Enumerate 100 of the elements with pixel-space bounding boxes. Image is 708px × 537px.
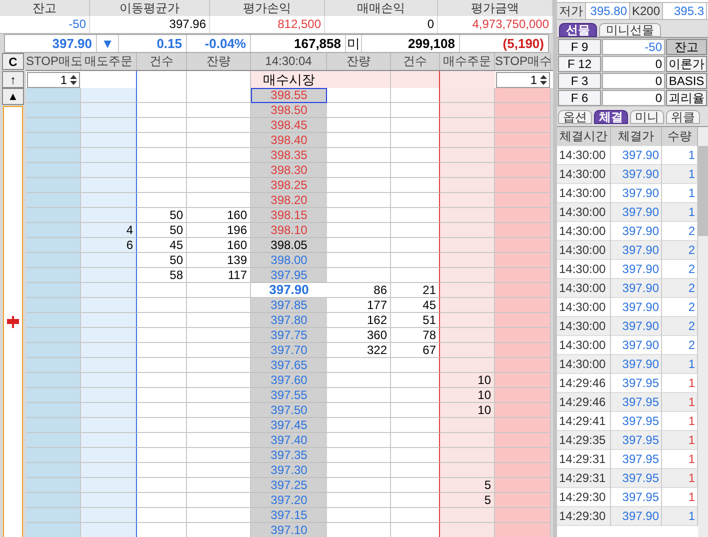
trade-tab[interactable]: 체결 — [594, 110, 628, 124]
buy-order-cell[interactable]: 10 — [440, 388, 495, 403]
sell-order-cell[interactable] — [81, 253, 137, 268]
stop-buy-cell[interactable] — [495, 493, 551, 508]
buy-order-cell[interactable] — [440, 523, 495, 537]
sell-order-cell[interactable] — [81, 403, 137, 418]
stop-buy-cell[interactable] — [495, 103, 551, 118]
buy-order-cell[interactable] — [440, 133, 495, 148]
stop-buy-cell[interactable] — [495, 343, 551, 358]
buy-order-cell[interactable] — [440, 463, 495, 478]
stop-sell-cell[interactable] — [26, 343, 81, 358]
buy-order-cell[interactable] — [440, 268, 495, 283]
buy-order-cell[interactable] — [440, 103, 495, 118]
buy-order-cell[interactable] — [440, 118, 495, 133]
up-button[interactable]: ↑ — [2, 71, 24, 88]
scrollbar-thumb[interactable] — [698, 146, 708, 236]
buy-order-cell[interactable] — [440, 238, 495, 253]
sell-order-cell[interactable] — [81, 268, 137, 283]
stop-buy-cell[interactable] — [495, 478, 551, 493]
stop-buy-cell[interactable] — [495, 88, 551, 103]
stop-buy-cell[interactable] — [495, 283, 551, 298]
stop-sell-cell[interactable] — [26, 418, 81, 433]
stop-sell-cell[interactable] — [26, 253, 81, 268]
stop-sell-cell[interactable] — [26, 298, 81, 313]
quantity-spinner[interactable]: 1 — [27, 72, 80, 88]
buy-order-cell[interactable] — [440, 163, 495, 178]
sell-order-cell[interactable] — [81, 373, 137, 388]
contract-button[interactable]: F 12 — [558, 56, 601, 72]
stop-sell-cell[interactable] — [26, 388, 81, 403]
buy-order-cell[interactable] — [440, 223, 495, 238]
stop-buy-cell[interactable] — [495, 523, 551, 537]
sell-order-cell[interactable] — [81, 418, 137, 433]
stop-sell-cell[interactable] — [26, 163, 81, 178]
info-button[interactable]: 잔고 — [666, 39, 707, 55]
stop-sell-cell[interactable] — [26, 133, 81, 148]
stop-sell-cell[interactable] — [26, 238, 81, 253]
stop-sell-cell[interactable] — [26, 208, 81, 223]
stop-sell-cell[interactable] — [26, 178, 81, 193]
sell-order-cell[interactable] — [81, 433, 137, 448]
buy-order-cell[interactable] — [440, 328, 495, 343]
stop-sell-cell[interactable] — [26, 328, 81, 343]
buy-order-cell[interactable] — [440, 313, 495, 328]
stop-sell-cell[interactable] — [26, 358, 81, 373]
stop-buy-cell[interactable] — [495, 328, 551, 343]
sell-order-cell[interactable] — [81, 193, 137, 208]
sell-order-cell[interactable] — [81, 298, 137, 313]
sell-order-cell[interactable] — [81, 163, 137, 178]
sell-order-cell[interactable] — [81, 103, 137, 118]
stop-sell-cell[interactable] — [26, 478, 81, 493]
trade-tab[interactable]: 미니 — [630, 110, 664, 124]
sell-order-cell[interactable] — [81, 313, 137, 328]
stop-buy-cell[interactable] — [495, 238, 551, 253]
stop-sell-cell[interactable] — [26, 448, 81, 463]
stop-sell-cell[interactable] — [26, 118, 81, 133]
stop-buy-cell[interactable] — [495, 118, 551, 133]
quantity-spinner[interactable]: 1 — [496, 72, 550, 88]
sell-order-cell[interactable] — [81, 343, 137, 358]
sell-order-cell[interactable] — [81, 178, 137, 193]
stop-sell-cell[interactable] — [26, 493, 81, 508]
stop-buy-cell[interactable] — [495, 298, 551, 313]
buy-order-cell[interactable] — [440, 148, 495, 163]
stop-buy-cell[interactable] — [495, 268, 551, 283]
stop-buy-cell[interactable] — [495, 418, 551, 433]
contract-button[interactable]: F 9 — [558, 39, 601, 55]
buy-order-cell[interactable] — [440, 433, 495, 448]
stop-buy-cell[interactable] — [495, 163, 551, 178]
buy-order-cell[interactable] — [440, 508, 495, 523]
stop-buy-cell[interactable] — [495, 133, 551, 148]
buy-order-cell[interactable] — [440, 193, 495, 208]
buy-order-cell[interactable] — [440, 88, 495, 103]
stop-buy-cell[interactable] — [495, 193, 551, 208]
stop-sell-cell[interactable] — [26, 523, 81, 537]
sell-order-cell[interactable] — [81, 88, 137, 103]
stop-buy-cell[interactable] — [495, 358, 551, 373]
sell-order-cell[interactable] — [81, 523, 137, 537]
stop-buy-cell[interactable] — [495, 388, 551, 403]
sell-order-cell[interactable] — [81, 508, 137, 523]
stop-buy-cell[interactable] — [495, 208, 551, 223]
stop-sell-cell[interactable] — [26, 403, 81, 418]
stop-buy-cell[interactable] — [495, 373, 551, 388]
stop-sell-cell[interactable] — [26, 313, 81, 328]
sell-order-cell[interactable] — [81, 148, 137, 163]
info-button[interactable]: BASIS — [666, 73, 707, 89]
stop-sell-cell[interactable] — [26, 88, 81, 103]
stop-sell-cell[interactable] — [26, 433, 81, 448]
buy-order-cell[interactable]: 5 — [440, 493, 495, 508]
market-buy-cell[interactable]: 매수시장 — [251, 71, 327, 89]
buy-order-cell[interactable] — [440, 208, 495, 223]
stop-sell-cell[interactable] — [26, 508, 81, 523]
sell-order-cell[interactable] — [81, 388, 137, 403]
stop-buy-cell[interactable] — [495, 433, 551, 448]
stop-sell-cell[interactable] — [26, 373, 81, 388]
buy-order-cell[interactable] — [440, 343, 495, 358]
stop-buy-cell[interactable] — [495, 508, 551, 523]
sell-order-cell[interactable] — [81, 208, 137, 223]
info-button[interactable]: 괴리율 — [666, 90, 707, 106]
buy-order-cell[interactable] — [440, 178, 495, 193]
trade-tab[interactable]: 옵션 — [558, 110, 592, 124]
buy-order-cell[interactable]: 10 — [440, 373, 495, 388]
sell-order-cell[interactable] — [81, 448, 137, 463]
